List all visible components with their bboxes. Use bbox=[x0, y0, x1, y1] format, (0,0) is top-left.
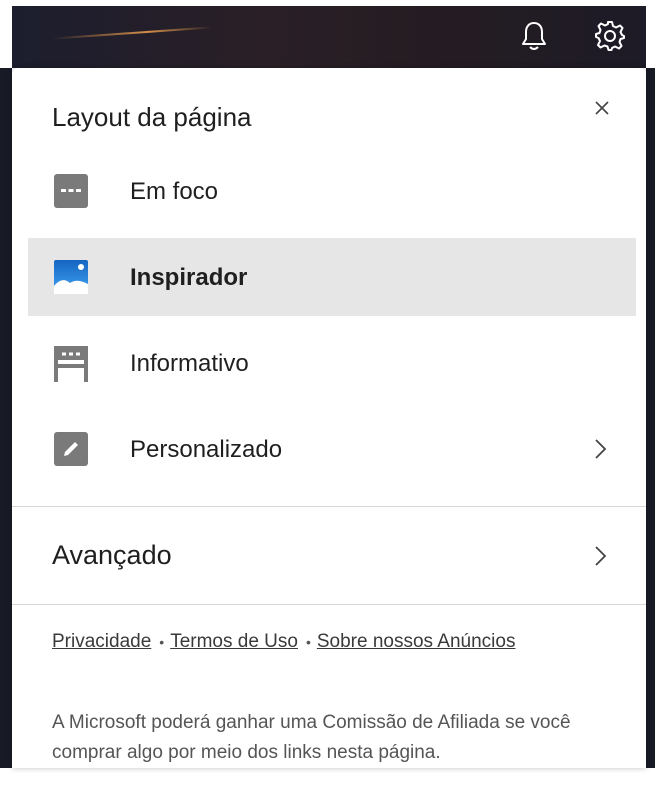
link-separator: • bbox=[305, 634, 311, 650]
close-icon bbox=[595, 101, 609, 115]
inspirational-layout-icon bbox=[50, 256, 92, 298]
screenshot-frame: Layout da página Em foco Inspirador Info… bbox=[0, 0, 655, 786]
layout-option-custom[interactable]: Personalizado bbox=[28, 410, 636, 488]
chevron-right-icon bbox=[595, 439, 607, 459]
layout-option-label: Em foco bbox=[130, 178, 219, 205]
layout-option-informational[interactable]: Informativo bbox=[28, 324, 636, 402]
section-divider bbox=[12, 604, 646, 605]
footer-links: Privacidade • Termos de Uso • Sobre nossos A… bbox=[52, 624, 592, 660]
advanced-label: Avançado bbox=[52, 540, 172, 570]
bell-icon-graphic bbox=[522, 22, 546, 50]
close-button[interactable] bbox=[584, 90, 620, 126]
chevron-right-icon bbox=[595, 546, 607, 566]
focus-layout-icon bbox=[50, 170, 92, 212]
bell-icon[interactable] bbox=[514, 16, 554, 56]
layout-option-label: Informativo bbox=[130, 350, 249, 377]
gear-icon[interactable] bbox=[590, 16, 630, 56]
background-top-bar bbox=[12, 6, 646, 68]
layout-option-label: Inspirador bbox=[130, 264, 248, 291]
gear-icon-graphic bbox=[595, 21, 625, 51]
layout-option-focused[interactable]: Em foco bbox=[28, 152, 636, 230]
custom-layout-icon bbox=[50, 428, 92, 470]
background-light-streak bbox=[52, 26, 212, 40]
about-our-ads-link[interactable]: Sobre nossos Anúncios bbox=[317, 631, 516, 652]
affiliate-disclaimer: A Microsoft poderá ganhar uma Comissão d… bbox=[52, 712, 571, 763]
page-layout-panel: Layout da página Em foco Inspirador Info… bbox=[12, 68, 646, 768]
layout-option-inspirational[interactable]: Inspirador bbox=[28, 238, 636, 316]
privacy-link[interactable]: Privacidade bbox=[52, 631, 151, 652]
panel-title: Layout da página bbox=[52, 102, 252, 132]
informational-layout-icon bbox=[50, 342, 92, 384]
section-divider bbox=[12, 506, 646, 507]
layout-option-label: Personalizado bbox=[130, 436, 283, 463]
link-separator: • bbox=[159, 634, 165, 650]
terms-of-use-link[interactable]: Termos de Uso bbox=[170, 631, 298, 652]
advanced-settings-row[interactable]: Avançado bbox=[12, 508, 646, 604]
background-right-strip bbox=[646, 68, 655, 768]
background-left-strip bbox=[0, 68, 12, 768]
